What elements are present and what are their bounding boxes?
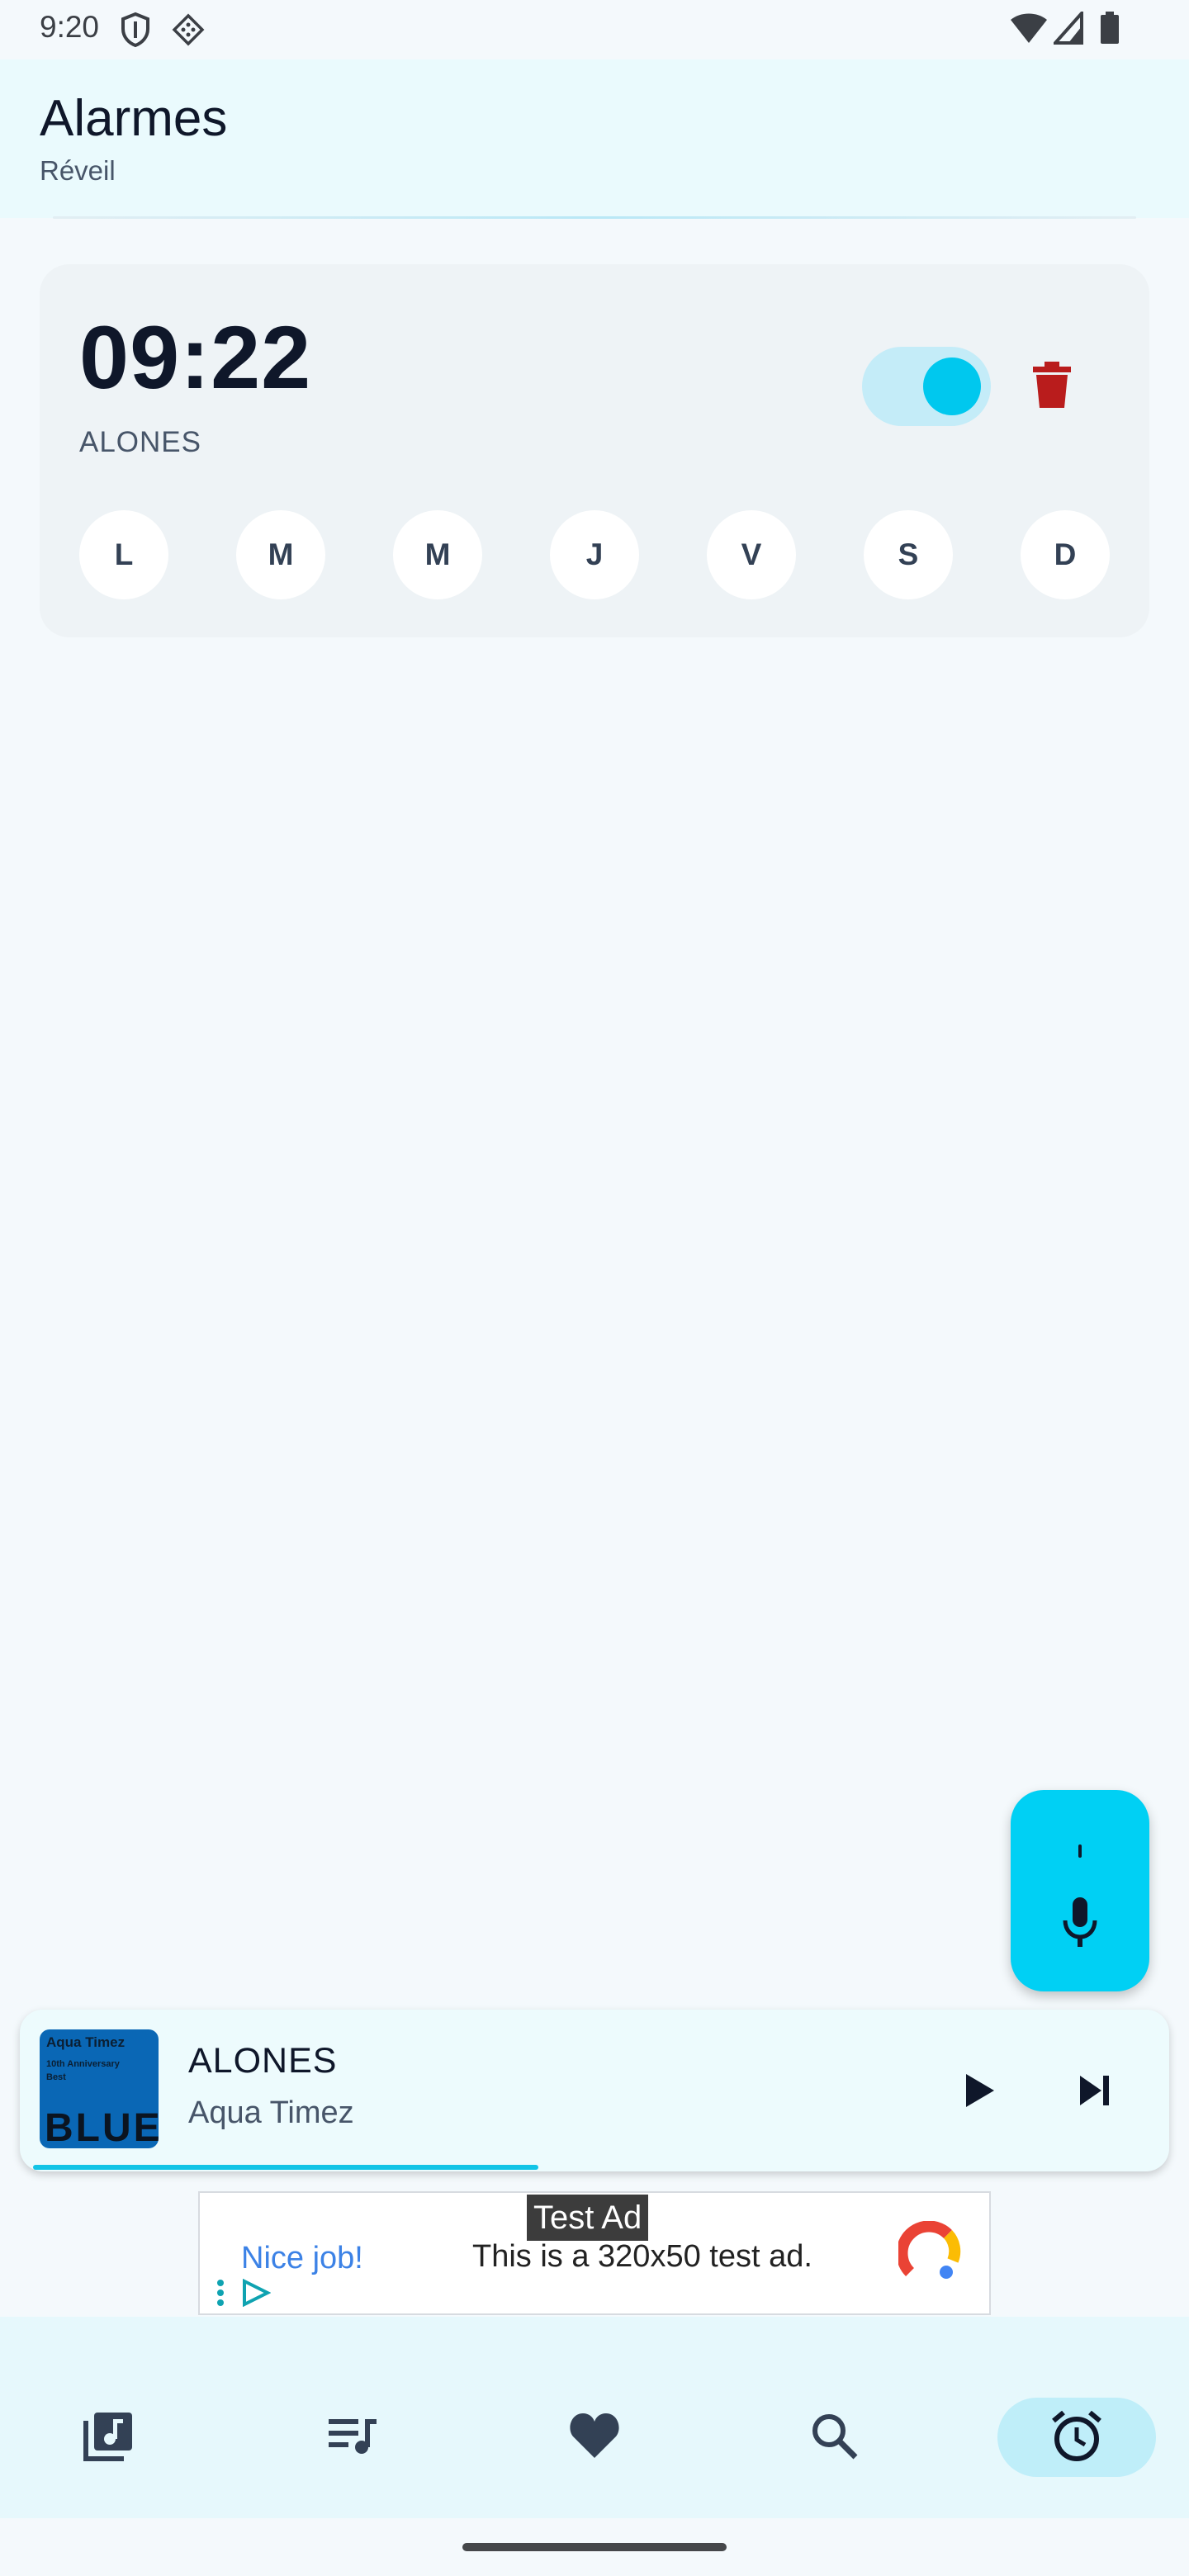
album-art-artist: Aqua Timez bbox=[46, 2034, 126, 2050]
mini-player[interactable]: Aqua Timez 10th Anniversary Best BLUE AL… bbox=[20, 2010, 1169, 2171]
track-artist: Aqua Timez bbox=[188, 2095, 354, 2130]
delete-alarm-button[interactable] bbox=[1026, 360, 1078, 413]
ad-options-icon[interactable] bbox=[216, 2279, 225, 2311]
header-divider bbox=[53, 216, 1136, 219]
nav-item-library[interactable] bbox=[59, 2391, 159, 2484]
nav-item-queue[interactable] bbox=[304, 2391, 403, 2484]
ad-tag: Test Ad bbox=[527, 2195, 649, 2241]
skip-next-button[interactable] bbox=[1068, 2064, 1121, 2117]
nav-item-favorites[interactable] bbox=[545, 2391, 644, 2484]
ad-cta[interactable]: Nice job! bbox=[241, 2241, 363, 2276]
play-button[interactable] bbox=[951, 2064, 1004, 2117]
gesture-navigation-bar[interactable] bbox=[462, 2543, 727, 2551]
album-art-title: BLUE bbox=[45, 2106, 159, 2148]
status-time: 9:20 bbox=[40, 10, 100, 44]
ad-text: This is a 320x50 test ad. bbox=[472, 2239, 812, 2274]
page-title: Alarmes bbox=[40, 90, 228, 147]
alarm-time[interactable]: 09:22 bbox=[79, 305, 311, 409]
queue-music-icon bbox=[327, 2416, 380, 2460]
nav-item-search[interactable] bbox=[784, 2391, 883, 2484]
day-button-saturday[interactable]: S bbox=[864, 510, 953, 599]
track-title: ALONES bbox=[188, 2041, 338, 2081]
day-button-friday[interactable]: V bbox=[707, 510, 796, 599]
trash-icon bbox=[1033, 361, 1071, 412]
shield-icon bbox=[119, 12, 152, 52]
alarm-enabled-toggle[interactable] bbox=[862, 347, 991, 426]
day-button-thursday[interactable]: J bbox=[550, 510, 639, 599]
alarm-label: ALONES bbox=[79, 426, 201, 458]
toggle-knob bbox=[923, 358, 981, 415]
play-icon bbox=[951, 2074, 1004, 2120]
album-art-subtitle: 10th Anniversary Best bbox=[46, 2059, 120, 2082]
fab-indicator bbox=[1078, 1844, 1082, 1858]
app-header: Alarmes Réveil bbox=[0, 59, 1189, 219]
alarm-card[interactable]: 09:22 ALONES L M M J V S D bbox=[40, 264, 1149, 637]
day-button-monday[interactable]: L bbox=[79, 510, 168, 599]
voice-command-fab[interactable] bbox=[1011, 1790, 1149, 1991]
status-bar: 9:20 bbox=[0, 0, 1189, 59]
nav-item-alarms[interactable] bbox=[1027, 2391, 1126, 2484]
day-button-sunday[interactable]: D bbox=[1021, 510, 1110, 599]
skip-next-icon bbox=[1068, 2076, 1121, 2120]
alarm-clock-icon bbox=[1050, 2409, 1103, 2466]
library-music-icon bbox=[83, 2409, 135, 2466]
microphone-icon bbox=[1062, 1897, 1098, 1953]
sim-card-icon bbox=[170, 12, 206, 52]
wifi-icon bbox=[1009, 12, 1049, 50]
search-icon bbox=[809, 2411, 859, 2465]
battery-icon bbox=[1100, 12, 1120, 49]
day-button-wednesday[interactable]: M bbox=[393, 510, 482, 599]
bottom-nav bbox=[0, 2317, 1189, 2518]
album-art: Aqua Timez 10th Anniversary Best BLUE bbox=[40, 2029, 159, 2148]
page-subtitle: Réveil bbox=[40, 155, 116, 186]
heart-icon bbox=[568, 2412, 621, 2464]
signal-icon bbox=[1051, 8, 1083, 49]
ad-logo-icon bbox=[896, 2220, 964, 2287]
playback-progress-fill bbox=[33, 2165, 538, 2170]
ad-choices-icon[interactable] bbox=[241, 2278, 272, 2311]
day-button-tuesday[interactable]: M bbox=[236, 510, 325, 599]
